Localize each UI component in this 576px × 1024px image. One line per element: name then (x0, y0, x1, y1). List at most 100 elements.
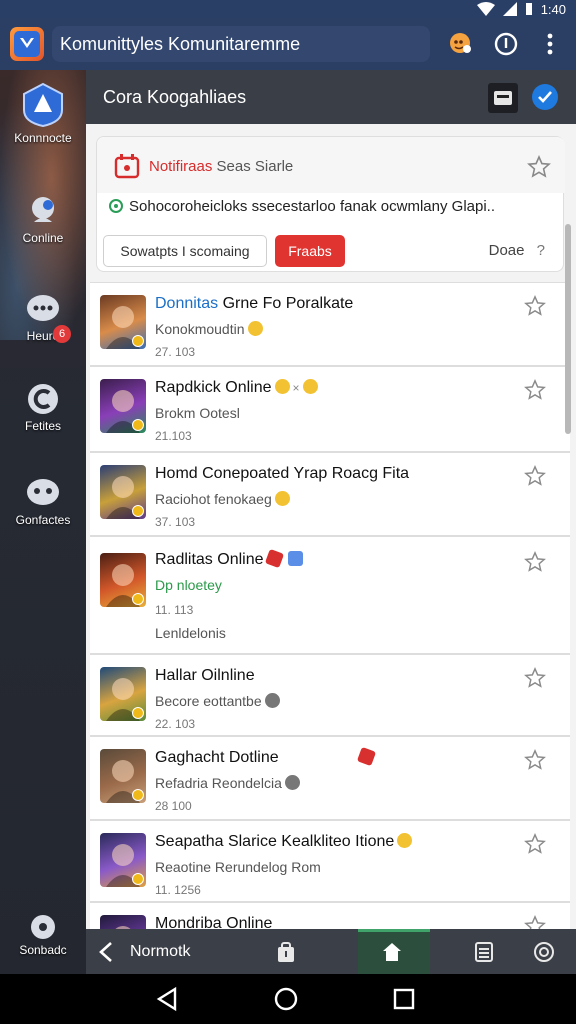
bag-icon[interactable] (266, 929, 306, 974)
list-item-subtitle-text: Raciohot fenokaeg (155, 491, 272, 507)
app-bar: Komunittyles Komunitaremme (0, 18, 576, 70)
group-chat-icon (27, 479, 59, 505)
circle-target-icon[interactable] (524, 929, 564, 974)
sidebar-item-sonbadc[interactable]: Sonbadc (0, 914, 86, 957)
list-item[interactable]: Hallar Oilnline Becore eottantbe 22. 103 (90, 654, 570, 736)
recents-square-icon[interactable] (391, 986, 417, 1012)
list-item-title-text: Gaghacht Dotline (155, 749, 279, 766)
list-item[interactable]: Seapatha Slarice Kealkliteo Itione Reaoti… (90, 820, 570, 902)
notification-description: Sohocoroheicloks ssecestarloo fanak ocwm… (109, 193, 559, 219)
list-item-meta: 11. 113 (155, 603, 194, 617)
back-button[interactable]: Normotk (98, 929, 190, 974)
game-avatar (100, 915, 146, 929)
list-item[interactable]: Homd Conepoated Yrap Roacg Fita Raciohot … (90, 452, 570, 536)
emoji-icon (247, 321, 263, 336)
main-content: Notifiraas Seas Siarle Sohocoroheicloks … (86, 124, 576, 929)
emoji-icon (274, 379, 290, 394)
bottom-toolbar: Normotk (86, 929, 576, 974)
list-item-title: Hallar Oilnline (155, 667, 255, 685)
scrollbar[interactable] (565, 224, 571, 434)
sidebar: Konnnocte Conline Heure 6 Fetites Gonfac… (0, 70, 86, 974)
chat-bubbles-icon (27, 295, 59, 321)
done-label: Doae (488, 242, 525, 259)
notification-description-text: Sohocoroheicloks ssecestarloo fanak ocwm… (129, 197, 496, 215)
star-icon[interactable] (524, 551, 546, 573)
app-title-field[interactable]: Komunittyles Komunitaremme (52, 26, 430, 62)
heart-icon (264, 548, 284, 569)
list-item[interactable]: Gaghacht Dotline Refadria Reondelcia 28 10… (90, 736, 570, 820)
list-item[interactable]: Rapdkick Online × Brokm Ootesl 21.103 (90, 366, 570, 452)
list-item-meta: 11. 1256 (155, 883, 201, 897)
sidebar-item-label: Konnnocte (14, 131, 72, 145)
home-icon[interactable] (372, 929, 412, 974)
sidebar-item-gonfactes[interactable]: Gonfactes (0, 476, 86, 527)
badge-icon (287, 551, 303, 566)
check-icon[interactable] (532, 84, 558, 110)
back-label: Normotk (130, 942, 191, 960)
list-item-title: Mondriba Online (155, 915, 272, 929)
list-item-title: Seapatha Slarice Kealkliteo Itione (155, 833, 415, 851)
list-item-title-text: Hallar Oilnline (155, 667, 255, 684)
secondary-button[interactable]: Sowatpts I scomaing (103, 235, 267, 267)
sidebar-item-label: Sonbadc (19, 943, 67, 957)
star-icon[interactable] (524, 379, 546, 401)
content-header: Cora Koogahliaes (86, 70, 576, 124)
star-icon[interactable] (524, 667, 546, 689)
star-icon[interactable] (524, 749, 546, 771)
notification-title: Notifiraas Seas Siarle (149, 137, 293, 197)
star-icon[interactable] (524, 915, 546, 929)
list-item[interactable]: Donnitas Grne Fo Poralkate Konokmoudtin 27… (90, 282, 570, 366)
home-circle-icon[interactable] (273, 986, 299, 1012)
list-item-title: Rapdkick Online × (155, 379, 321, 397)
game-avatar (100, 295, 146, 349)
done-button[interactable]: Doae ? (489, 235, 545, 267)
game-avatar (100, 833, 146, 887)
heart-icon (356, 746, 376, 767)
status-bar: 1:40 (0, 0, 576, 18)
list-item[interactable]: Radlitas Online Dp nloetey 11. 113 Lenldelo… (90, 536, 570, 654)
chat-bubble-icon[interactable] (446, 30, 474, 58)
game-avatar (100, 553, 146, 607)
calendar-alert-icon (114, 154, 140, 179)
notification-header: Notifiraas Seas Siarle (97, 137, 565, 193)
list-item-title: Radlitas Online (155, 548, 306, 569)
sidebar-item-heure[interactable]: Heure 6 (0, 292, 86, 343)
star-icon[interactable] (524, 465, 546, 487)
list-item-subtitle: Brokm Ootesl (155, 405, 240, 421)
list-item-subtitle-text: Refadria Reondelcia (155, 775, 282, 791)
inbox-icon[interactable] (488, 83, 518, 113)
star-icon[interactable] (527, 155, 551, 179)
list-item-subtitle-extra: Rom (291, 859, 321, 875)
star-icon[interactable] (524, 295, 546, 317)
sidebar-item-label: Conline (22, 231, 64, 245)
settings-icon (31, 915, 55, 939)
shield-logo-icon[interactable] (10, 27, 44, 61)
emoji-icon (274, 491, 290, 506)
star-icon[interactable] (524, 833, 546, 855)
chat-people-icon (32, 197, 54, 222)
primary-button[interactable]: Fraabs (275, 235, 345, 267)
list-item-meta: 22. 103 (155, 717, 196, 731)
list-item-title-highlight: Donnitas (155, 295, 219, 312)
document-icon[interactable] (464, 929, 504, 974)
sidebar-item-fetites[interactable]: Fetites (0, 382, 86, 433)
notification-badge: 6 (53, 325, 71, 343)
list-item-subtitle: Konokmoudtin (155, 321, 266, 337)
system-nav-bar (0, 974, 576, 1024)
sidebar-item-conline[interactable]: Conline (0, 194, 86, 245)
list-item[interactable]: Mondriba Online (90, 902, 570, 929)
list-item-title-text: Rapdkick Online (155, 379, 272, 396)
sidebar-item-konnnocte[interactable]: Konnnocte (0, 82, 86, 145)
list-item-subtitle-text: Reaotine Rerundelog (155, 859, 288, 875)
signal-icon (502, 2, 517, 16)
list-item-title-text: Homd Conepoated Yrap Roacg Fita (155, 465, 410, 482)
list-item-title-text: Seapatha Slarice Kealkliteo Itione (155, 833, 395, 850)
back-triangle-icon[interactable] (155, 986, 181, 1012)
close-icon: × (292, 381, 300, 395)
more-vert-icon[interactable] (536, 30, 564, 58)
info-icon[interactable] (492, 30, 520, 58)
emoji-icon (302, 379, 318, 394)
status-icons: 1:40 (476, 0, 566, 18)
c-logo-icon (28, 384, 58, 414)
notification-actions: Sowatpts I scomaing Fraabs Doae ? (103, 235, 559, 269)
